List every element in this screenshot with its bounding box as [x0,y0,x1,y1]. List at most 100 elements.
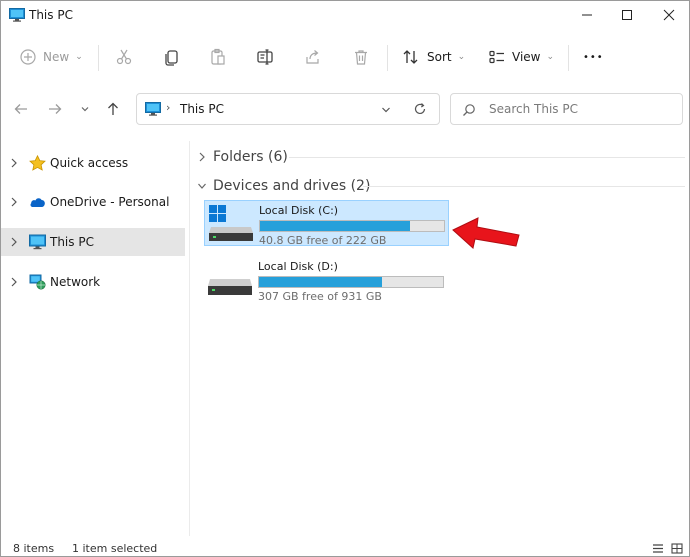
delete-button[interactable] [352,43,370,71]
search-icon [463,104,475,116]
chevron-right-icon[interactable] [10,276,18,288]
sort-button[interactable]: Sort ⌄ [402,43,465,71]
toolbar-divider [568,45,569,71]
hard-drive-icon [208,279,252,295]
drive-usage-fill [259,277,383,287]
chevron-down-icon: ⌄ [457,52,466,62]
chevron-right-icon [199,152,205,162]
sidebar-item-label: This PC [50,235,94,249]
maximize-icon [622,10,632,20]
pane-divider[interactable] [189,141,190,536]
view-icon [489,50,504,64]
copy-icon [165,50,178,66]
sidebar-item-quick-access[interactable]: Quick access [1,149,185,177]
drive-usage-bar [259,220,445,232]
refresh-icon[interactable] [413,102,427,116]
share-icon [306,50,319,64]
monitor-icon [29,234,46,250]
search-box[interactable]: Search This PC [450,93,683,125]
navigation-pane: Quick access OneDrive - Personal This PC [1,141,186,536]
item-count: 8 items [13,542,55,555]
rename-icon [257,49,273,65]
copy-button[interactable] [163,43,181,71]
new-label: New [43,50,70,64]
selection-count: 1 item selected [72,542,158,555]
arrow-right-icon [49,104,62,114]
back-button[interactable] [11,99,31,119]
devices-group-label: Devices and drives (2) [213,178,371,194]
toolbar-divider [387,45,388,71]
close-button[interactable] [649,1,689,29]
title-bar: This PC [1,1,689,31]
breadcrumb-chevron-icon: › [166,101,171,114]
chevron-right-icon[interactable] [10,196,18,208]
drive-name: Local Disk (D:) [258,260,338,273]
view-button[interactable]: View ⌄ [488,43,554,71]
network-icon [29,274,46,290]
cut-button[interactable] [115,43,133,71]
maximize-button[interactable] [607,1,647,29]
sort-label: Sort [427,50,452,64]
sidebar-item-onedrive[interactable]: OneDrive - Personal [1,188,185,216]
sidebar-item-this-pc[interactable]: This PC [1,228,185,256]
forward-button[interactable] [45,99,65,119]
sort-icon [403,50,418,64]
devices-group-header[interactable]: Devices and drives (2) [197,177,370,195]
scissors-icon [116,49,132,65]
drive-name: Local Disk (C:) [259,204,339,217]
cloud-icon [30,198,45,207]
clipboard-icon [211,48,225,65]
chevron-down-icon: ⌄ [546,52,555,62]
drive-tile-c[interactable]: Local Disk (C:) 40.8 GB free of 222 GB [204,200,449,247]
folders-group-header[interactable]: Folders (6) [197,148,288,166]
minimize-icon [582,14,592,16]
group-separator [289,157,685,158]
recent-locations-button[interactable] [75,99,95,119]
more-options-button[interactable]: ••• [583,43,604,71]
status-bar: 8 items 1 item selected [1,539,689,557]
chevron-down-icon[interactable] [380,104,392,116]
address-bar[interactable]: › This PC [136,93,440,125]
window-title: This PC [29,8,73,22]
this-pc-icon [9,8,25,22]
drive-usage-fill [260,221,411,231]
chevron-down-icon [81,107,89,112]
drive-free-space: 307 GB free of 931 GB [258,290,382,303]
sidebar-item-network[interactable]: Network [1,268,185,296]
plus-circle-icon [20,49,36,65]
search-placeholder: Search This PC [489,102,578,116]
view-label: View [512,50,541,64]
chevron-right-icon[interactable] [10,236,18,248]
minimize-button[interactable] [567,1,607,29]
folders-group-label: Folders (6) [213,149,288,165]
file-explorer-window: This PC New ⌄ Sort ⌄ View ⌄ ••• › This P… [0,0,690,557]
paste-button[interactable] [209,43,227,71]
details-view-icon[interactable] [652,543,664,554]
chevron-down-icon: ⌄ [75,52,83,62]
share-button[interactable] [304,43,322,71]
tiles-view-icon[interactable] [671,543,683,554]
star-icon [29,155,46,171]
red-arrow-icon [452,217,520,249]
chevron-right-icon[interactable] [10,157,18,169]
this-pc-icon [145,102,161,116]
drive-tile-d[interactable]: Local Disk (D:) 307 GB free of 931 GB [204,257,449,303]
sidebar-item-label: Quick access [50,156,129,170]
arrow-left-icon [14,104,27,114]
navigation-row: › This PC Search This PC [1,89,689,129]
command-bar: New ⌄ Sort ⌄ View ⌄ ••• [1,35,689,79]
arrow-up-icon [108,102,118,115]
trash-icon [355,50,367,65]
up-button[interactable] [103,99,123,119]
chevron-down-icon [198,183,206,189]
breadcrumb-this-pc[interactable]: This PC [180,102,224,116]
system-drive-icon [209,205,253,241]
drive-usage-bar [258,276,444,288]
drive-free-space: 40.8 GB free of 222 GB [259,234,387,247]
rename-button[interactable] [256,43,274,71]
close-icon [663,9,675,21]
new-button[interactable]: New ⌄ [19,43,83,71]
sidebar-item-label: Network [50,275,101,289]
ellipsis-icon: ••• [583,51,604,63]
group-separator [363,186,685,187]
